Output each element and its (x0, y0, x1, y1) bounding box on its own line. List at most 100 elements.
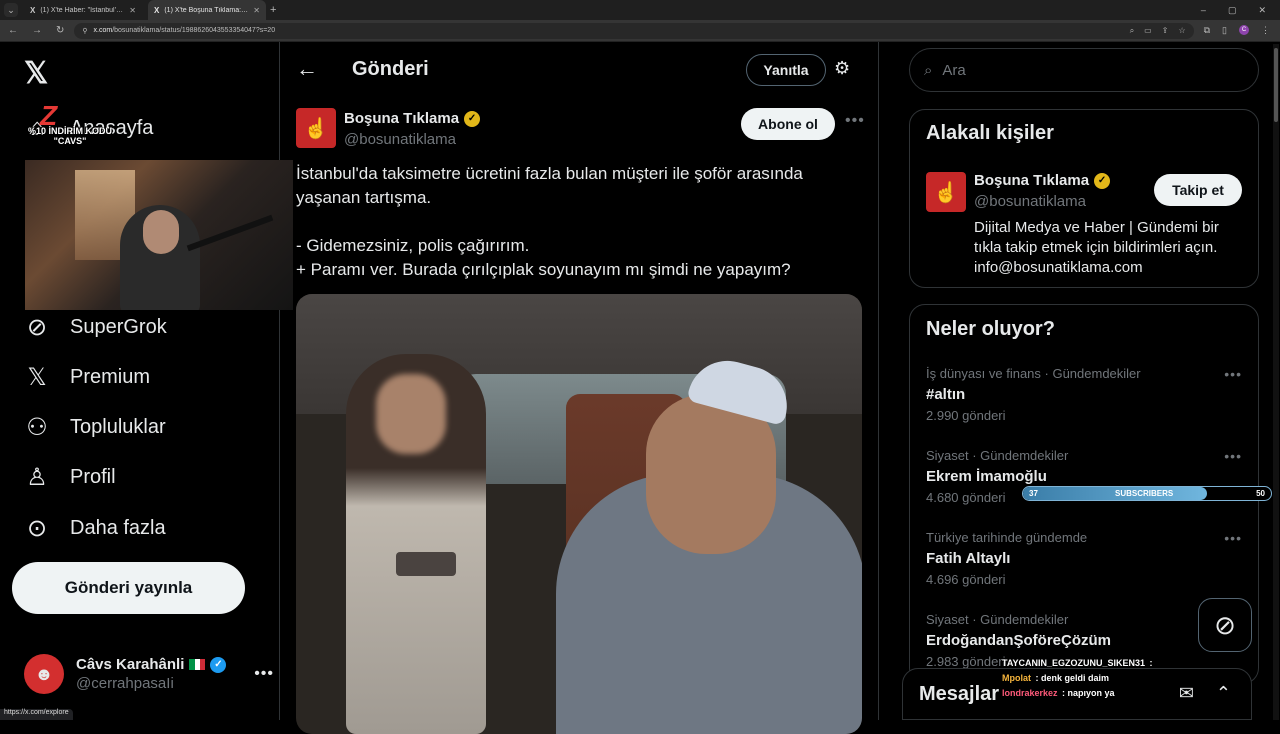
post-text: İstanbul'da taksimetre ücretini fazla bu… (296, 162, 856, 282)
tab-search-button[interactable]: ⌄ (4, 3, 18, 17)
sidebar-item-profile[interactable]: ♙ Profil (24, 463, 116, 491)
chat-text: : napıyon ya (1062, 688, 1115, 698)
page-header: ← Gönderi Yanıtla ⚙ (280, 42, 879, 98)
browser-tab-2[interactable]: X (1) X'te Boşuna Tıklama: "İstanbul ✕ (148, 0, 266, 20)
bookmark-icon[interactable]: ☆ (1178, 26, 1185, 35)
post-button[interactable]: Gönderi yayınla (12, 562, 245, 614)
more-icon[interactable]: ••• (845, 112, 865, 130)
address-bar-row: ← → ↻ ⚲ x.com /bosunatiklama/status/1988… (0, 20, 1280, 42)
x-favicon-icon: X (30, 5, 36, 15)
sidebar-item-premium[interactable]: 𝕏 Premium (24, 364, 151, 391)
post-video[interactable] (296, 294, 862, 734)
trend-context: Siyaset · Gündemdekiler (926, 448, 1069, 463)
share-icon[interactable]: ⇪ (1162, 26, 1169, 35)
more-icon[interactable]: ••• (1224, 448, 1242, 464)
subscribe-button[interactable]: Abone ol (741, 108, 835, 140)
author-avatar[interactable]: ☝ (296, 108, 336, 148)
trend-count: 2.990 gönderi (926, 408, 1006, 423)
messages-title: Mesajlar (919, 683, 1000, 705)
zoom-icon[interactable]: ⌕ (1130, 26, 1134, 36)
author-name-row[interactable]: Boşuna Tıklama ✓ (344, 110, 481, 127)
italy-flag-icon (189, 659, 206, 670)
x-logo-icon[interactable]: 𝕏 (24, 56, 48, 91)
browser-tab-bar: ⌄ X (1) X'te Haber: "İstanbul'da bir ✕ X… (0, 0, 1280, 20)
profile-icon: ♙ (26, 463, 48, 491)
profile-avatar[interactable]: C (1239, 25, 1249, 35)
person-name-row[interactable]: Boşuna Tıklama ✓ (974, 172, 1111, 189)
sidebar-item-supergrok[interactable]: ⊘ SuperGrok (24, 314, 167, 341)
more-icon[interactable]: ••• (1224, 366, 1242, 382)
account-name: Câvs Karahânli (76, 656, 185, 673)
sidebar-item-communities[interactable]: ⚇ Topluluklar (24, 414, 165, 441)
reply-settings-icon[interactable]: ⚙ (834, 58, 850, 79)
sidepanel-icon[interactable]: ▯ (1222, 25, 1227, 36)
trend-name: #altın (926, 386, 966, 403)
chat-user: londrakerkez (1002, 688, 1058, 698)
browser-menu-icon[interactable]: ⋮ (1261, 25, 1270, 36)
reply-button[interactable]: Yanıtla (746, 54, 826, 86)
person-handle: @bosunatiklama (974, 193, 1086, 210)
search-input[interactable] (942, 61, 1142, 79)
chat-text: : (1149, 658, 1153, 668)
url-actions: ⌕ ▭ ⇪ ☆ (1130, 26, 1186, 36)
card-title: Neler oluyor? (926, 318, 1055, 340)
subscriber-current: 37 (1029, 489, 1038, 498)
sidebar-item-more[interactable]: ⊙ Daha fazla (24, 515, 166, 542)
cast-icon[interactable]: ▭ (1144, 26, 1152, 35)
subscriber-goal-bar: 37 SUBSCRIBERS 50 (1022, 486, 1272, 501)
grok-button[interactable]: ⊘ (1198, 598, 1252, 652)
post-header: ☝ Boşuna Tıklama ✓ @bosunatiklama Abone … (296, 108, 865, 152)
account-switcher[interactable]: ☻ Câvs Karahânli ✓ @cerrahpasaIi ••• (24, 652, 274, 696)
chat-line: TAYCANIN_EGZOZUNU_SIKEN31 : (1002, 656, 1252, 671)
stream-chat: TAYCANIN_EGZOZUNU_SIKEN31 : Mpolat : den… (1002, 656, 1252, 701)
tab-title: (1) X'te Boşuna Tıklama: "İstanbul (164, 6, 249, 14)
trend-item[interactable]: İş dünyası ve finans · Gündemdekiler #al… (926, 366, 1244, 423)
browser-tab-1[interactable]: X (1) X'te Haber: "İstanbul'da bir ✕ (24, 0, 142, 20)
chat-line: londrakerkez : napıyon ya (1002, 686, 1252, 701)
more-icon[interactable]: ••• (1224, 530, 1242, 546)
subscriber-goal: 50 (1256, 489, 1265, 498)
promo-line: "CAVS" (53, 136, 87, 146)
back-icon[interactable]: ← (8, 25, 18, 36)
person-avatar[interactable]: ☝ (926, 172, 966, 212)
chat-text: : denk geldi daim (1035, 673, 1110, 683)
page-title: Gönderi (352, 58, 429, 80)
reload-icon[interactable]: ↻ (56, 25, 64, 36)
trend-name: ErdoğandanŞoföreÇözüm (926, 632, 1112, 649)
search-bar[interactable]: ⌕ (909, 48, 1259, 92)
trend-name: Ekrem İmamoğlu (926, 468, 1047, 485)
site-info-icon[interactable]: ⚲ (82, 27, 87, 35)
close-icon[interactable]: ✕ (253, 6, 260, 15)
account-name-row: Câvs Karahânli ✓ (76, 656, 227, 673)
chat-line: Mpolat : denk geldi daim (1002, 671, 1252, 686)
video-phone (396, 552, 456, 576)
maximize-icon[interactable]: ▢ (1228, 5, 1237, 16)
minimize-icon[interactable]: – (1201, 5, 1206, 16)
url-host: x.com (93, 27, 113, 34)
relevant-people-card: Alakalı kişiler ☝ Boşuna Tıklama ✓ @bosu… (909, 109, 1259, 288)
new-tab-button[interactable]: + (270, 4, 276, 16)
back-arrow-icon[interactable]: ← (296, 56, 318, 82)
more-icon[interactable]: ••• (254, 665, 274, 683)
nav-buttons: ← → ↻ (0, 25, 64, 36)
page-scrollbar[interactable] (1273, 44, 1279, 720)
scrollbar-thumb[interactable] (1274, 48, 1278, 122)
avatar: ☻ (24, 654, 64, 694)
sidebar-item-label: Premium (70, 365, 151, 388)
card-title: Alakalı kişiler (926, 122, 1054, 144)
url-input[interactable]: ⚲ x.com /bosunatiklama/status/1988626043… (74, 22, 1194, 39)
close-window-icon[interactable]: ✕ (1258, 5, 1266, 16)
follow-button[interactable]: Takip et (1154, 174, 1242, 206)
author-handle[interactable]: @bosunatiklama (344, 131, 456, 148)
x-favicon-icon: X (154, 5, 160, 15)
post-line (296, 210, 856, 234)
chat-user: TAYCANIN_EGZOZUNU_SIKEN31 (1002, 658, 1146, 668)
close-icon[interactable]: ✕ (129, 6, 136, 15)
post-line: İstanbul'da taksimetre ücretini fazla bu… (296, 164, 803, 207)
subscriber-label: SUBSCRIBERS (1115, 489, 1174, 498)
trend-item[interactable]: Türkiye tarihinde gündemde Fatih Altaylı… (926, 530, 1244, 587)
forward-icon[interactable]: → (32, 25, 42, 36)
sidebar-item-label: Profil (70, 465, 116, 488)
extensions-icon[interactable]: ⧉ (1204, 25, 1210, 36)
search-icon: ⌕ (924, 61, 933, 79)
